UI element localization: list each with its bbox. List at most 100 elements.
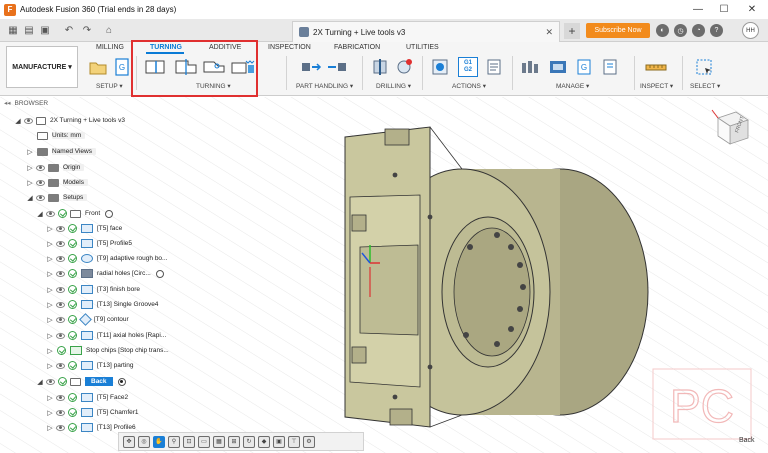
visibility-eye-icon[interactable] xyxy=(36,194,45,201)
refresh-icon[interactable]: ↻ xyxy=(243,435,255,448)
group-select[interactable]: SELECT ▾ xyxy=(690,82,720,90)
tree-row-setup-back[interactable]: ◢ Back xyxy=(36,374,126,389)
visibility-eye-icon[interactable] xyxy=(56,225,65,232)
visibility-eye-icon[interactable] xyxy=(46,210,55,217)
workspace-switcher[interactable]: MANUFACTURE ▾ xyxy=(6,46,78,88)
expand-caret-icon[interactable]: ▷ xyxy=(46,316,54,324)
simulate-icon[interactable] xyxy=(430,57,450,77)
measure-icon[interactable] xyxy=(644,57,668,77)
visibility-eye-icon[interactable] xyxy=(24,117,33,124)
post-process-button[interactable]: G1 G2 xyxy=(458,57,478,77)
expand-caret-icon[interactable]: ▷ xyxy=(46,240,54,248)
tree-row-operation[interactable]: ▷ [T13] Single Groove4 xyxy=(46,297,158,312)
viewports-icon[interactable]: ⊞ xyxy=(228,435,240,448)
visibility-eye-icon[interactable] xyxy=(46,378,55,385)
group-setup[interactable]: SETUP ▾ xyxy=(96,82,123,90)
job-status-icon[interactable]: ◷ xyxy=(674,24,687,37)
settings-icon[interactable]: ⚙ xyxy=(303,435,315,448)
tree-row-operation[interactable]: ▷ [T5] Profile5 xyxy=(46,236,132,251)
undo-icon[interactable]: ↶ xyxy=(62,24,76,37)
tool-library-icon[interactable] xyxy=(520,57,542,77)
setup-sheet-output-icon[interactable] xyxy=(484,57,504,77)
close-tab-icon[interactable]: ✕ xyxy=(545,27,553,38)
visibility-eye-icon[interactable] xyxy=(56,332,65,339)
data-panel-icon[interactable]: ▦ xyxy=(6,24,20,37)
active-setup-radio[interactable] xyxy=(105,209,114,218)
tab-milling[interactable]: MILLING xyxy=(96,44,124,51)
group-manage[interactable]: MANAGE ▾ xyxy=(556,82,589,90)
tree-row-operation[interactable]: ▷ [T9] adaptive rough bo... xyxy=(46,251,167,266)
visibility-eye-icon[interactable] xyxy=(56,240,65,247)
color-icon[interactable]: ◆ xyxy=(258,435,270,448)
group-drilling[interactable]: DRILLING ▾ xyxy=(376,82,411,90)
group-actions[interactable]: ACTIONS ▾ xyxy=(452,82,486,90)
expand-caret-icon[interactable]: ▷ xyxy=(46,347,54,355)
document-tab[interactable]: 2X Turning + Live tools v3 ✕ xyxy=(292,21,560,42)
expand-caret-icon[interactable]: ▷ xyxy=(46,362,54,370)
expand-caret-icon[interactable]: ▷ xyxy=(46,270,54,278)
expand-caret-icon[interactable]: ▷ xyxy=(46,225,54,233)
tree-row-operation[interactable]: ▷ [T3] finish bore xyxy=(46,282,140,297)
expand-caret-icon[interactable]: ▷ xyxy=(46,424,54,432)
filter-icon[interactable]: ⊤ xyxy=(288,435,300,448)
display-icon[interactable]: ▭ xyxy=(198,435,210,448)
setup-sheet-icon[interactable]: G xyxy=(112,57,132,77)
extensions-icon[interactable]: ◐ xyxy=(656,24,669,37)
tree-row-operation[interactable]: ▷ [T13] parting xyxy=(46,358,134,373)
expand-caret-icon[interactable]: ▷ xyxy=(26,148,34,156)
collapse-caret-icon[interactable]: ◢ xyxy=(14,117,22,125)
drill-icon[interactable] xyxy=(370,57,390,77)
file-menu-icon[interactable]: ▤ xyxy=(22,24,36,37)
window-select-icon[interactable] xyxy=(694,57,714,77)
pattern-radio[interactable] xyxy=(155,269,164,278)
tree-row-named-views[interactable]: ▷ Named Views xyxy=(26,144,96,159)
visibility-eye-icon[interactable] xyxy=(56,255,65,262)
collapse-caret-icon[interactable]: ◢ xyxy=(26,194,34,202)
minimize-button[interactable]: — xyxy=(684,0,712,19)
hand-icon[interactable]: ✋ xyxy=(153,435,165,448)
expand-caret-icon[interactable]: ▷ xyxy=(46,332,54,340)
part-transfer-icon[interactable] xyxy=(300,57,322,77)
tree-row-operation[interactable]: ▷ [T5] Chamfer1 xyxy=(46,405,139,420)
subscribe-button[interactable]: Subscribe Now xyxy=(586,23,650,38)
visibility-eye-icon[interactable] xyxy=(36,179,45,186)
visibility-eye-icon[interactable] xyxy=(56,270,65,277)
tree-row-operation[interactable]: ▷ [T11] axial holes [Rapi... xyxy=(46,328,166,343)
active-setup-radio[interactable] xyxy=(117,377,126,386)
viewcube[interactable]: FRONT xyxy=(708,108,754,148)
tree-row-operation[interactable]: ▷ radial holes [Circ... xyxy=(46,266,164,281)
expand-caret-icon[interactable]: ▷ xyxy=(46,394,54,402)
visibility-eye-icon[interactable] xyxy=(56,394,65,401)
tree-row-operation[interactable]: ▷ [T5] Face2 xyxy=(46,390,128,405)
tree-row-operation[interactable]: ▷ Stop chips [Stop chip trans... xyxy=(46,343,169,358)
tree-row-units[interactable]: Units: mm xyxy=(26,128,86,143)
tab-utilities[interactable]: UTILITIES xyxy=(406,44,439,51)
home-icon[interactable]: ⌂ xyxy=(102,24,116,37)
visibility-eye-icon[interactable] xyxy=(36,164,45,171)
tree-row-operation[interactable]: ▷ [T5] face xyxy=(46,221,122,236)
tree-row-origin[interactable]: ▷ Origin xyxy=(26,160,85,175)
group-part-handling[interactable]: PART HANDLING ▾ xyxy=(296,82,353,90)
visibility-eye-icon[interactable] xyxy=(56,424,65,431)
machine-library-icon[interactable] xyxy=(548,57,568,77)
redo-icon[interactable]: ↷ xyxy=(80,24,94,37)
save-icon[interactable]: ▣ xyxy=(38,24,52,37)
tree-row-setups[interactable]: ◢ Setups xyxy=(26,190,88,205)
tab-inspection[interactable]: INSPECTION xyxy=(268,44,311,51)
visibility-eye-icon[interactable] xyxy=(56,316,65,323)
tree-row-models[interactable]: ▷ Models xyxy=(26,175,88,190)
tree-row-root[interactable]: ◢ 2X Turning + Live tools v3 xyxy=(14,113,125,128)
visibility-eye-icon[interactable] xyxy=(56,301,65,308)
expand-caret-icon[interactable]: ▷ xyxy=(46,409,54,417)
group-inspect[interactable]: INSPECT ▾ xyxy=(640,82,673,90)
expand-caret-icon[interactable]: ▷ xyxy=(26,179,34,187)
visibility-eye-icon[interactable] xyxy=(56,286,65,293)
close-button[interactable]: ✕ xyxy=(738,0,766,19)
notifications-icon[interactable]: ◔ xyxy=(692,24,705,37)
effects-icon[interactable]: ▣ xyxy=(273,435,285,448)
tree-row-setup-front[interactable]: ◢ Front xyxy=(36,206,114,221)
collapse-caret-icon[interactable]: ◢ xyxy=(36,210,44,218)
zoom-icon[interactable]: ⚲ xyxy=(168,435,180,448)
collapse-caret-icon[interactable]: ◢ xyxy=(36,378,44,386)
new-setup-icon[interactable] xyxy=(88,57,108,77)
